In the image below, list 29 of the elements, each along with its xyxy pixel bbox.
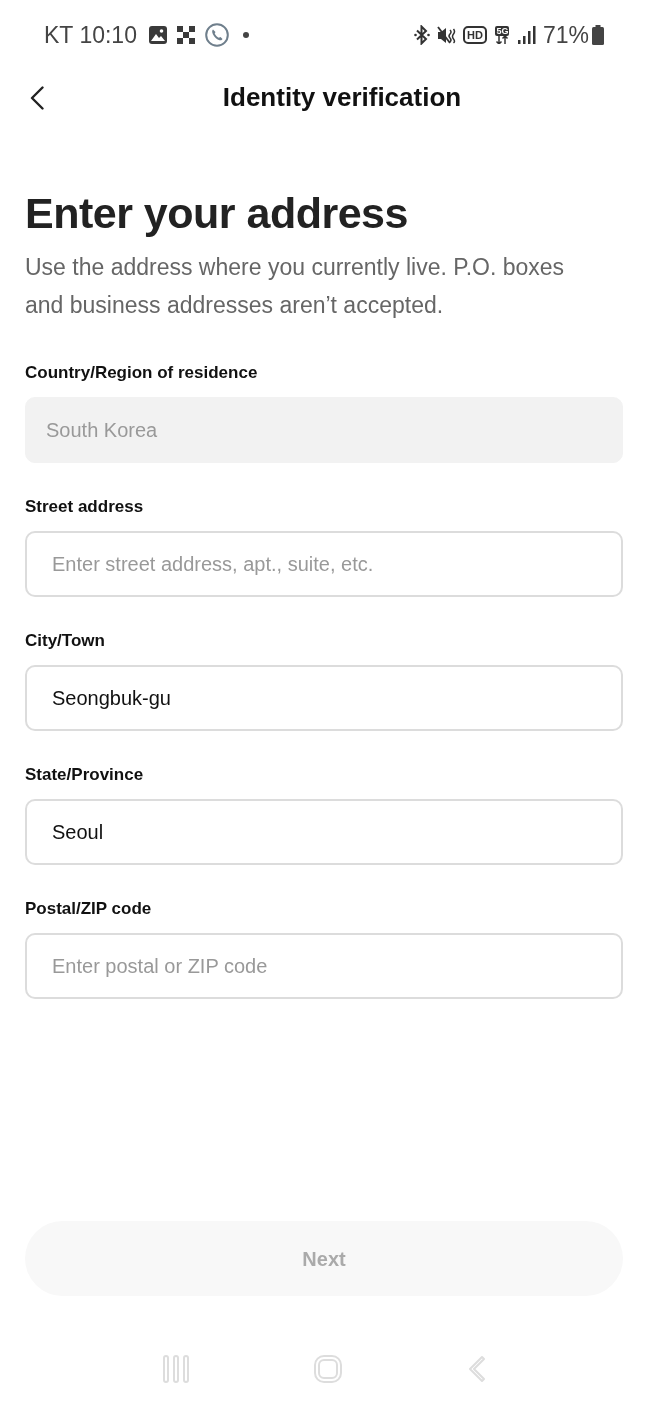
clock-time: 10:10 — [79, 20, 137, 50]
text-field[interactable]: Enter street address, apt., suite, etc. — [25, 531, 623, 597]
photo-icon — [148, 26, 167, 44]
dot-icon — [242, 32, 249, 38]
battery-icon — [592, 25, 604, 45]
text-field[interactable]: Enter postal or ZIP code — [25, 933, 623, 999]
network-type-indicator: 5G — [493, 26, 511, 44]
battery-percent: 71% — [542, 20, 589, 50]
screen-title: Identity verification — [222, 81, 462, 114]
nav-back-icon[interactable] — [467, 1355, 486, 1383]
carrier-name: KT — [44, 20, 74, 50]
field-label: Country/Region of residence — [25, 362, 259, 384]
page-heading: Enter your address — [25, 188, 409, 238]
field-label: State/Province — [25, 764, 145, 786]
signal-icon — [517, 26, 536, 44]
mute-icon — [437, 25, 457, 45]
bluetooth-icon — [414, 25, 431, 45]
text-field[interactable]: Seongbuk-gu — [25, 665, 623, 731]
recents-icon[interactable] — [162, 1355, 189, 1383]
hd-badge: HD — [463, 26, 487, 44]
checker-icon — [176, 26, 195, 44]
field-label: City/Town — [25, 630, 106, 652]
text-field[interactable]: Seoul — [25, 799, 623, 865]
phone-icon — [204, 23, 229, 47]
field-label: Postal/ZIP code — [25, 898, 153, 920]
description-text: Use the address where you currently live. P.O. boxes and business addresses aren’t accepted. — [25, 253, 566, 320]
home-icon[interactable] — [314, 1355, 342, 1383]
field-label: Street address — [25, 496, 145, 518]
back-icon — [30, 85, 44, 110]
